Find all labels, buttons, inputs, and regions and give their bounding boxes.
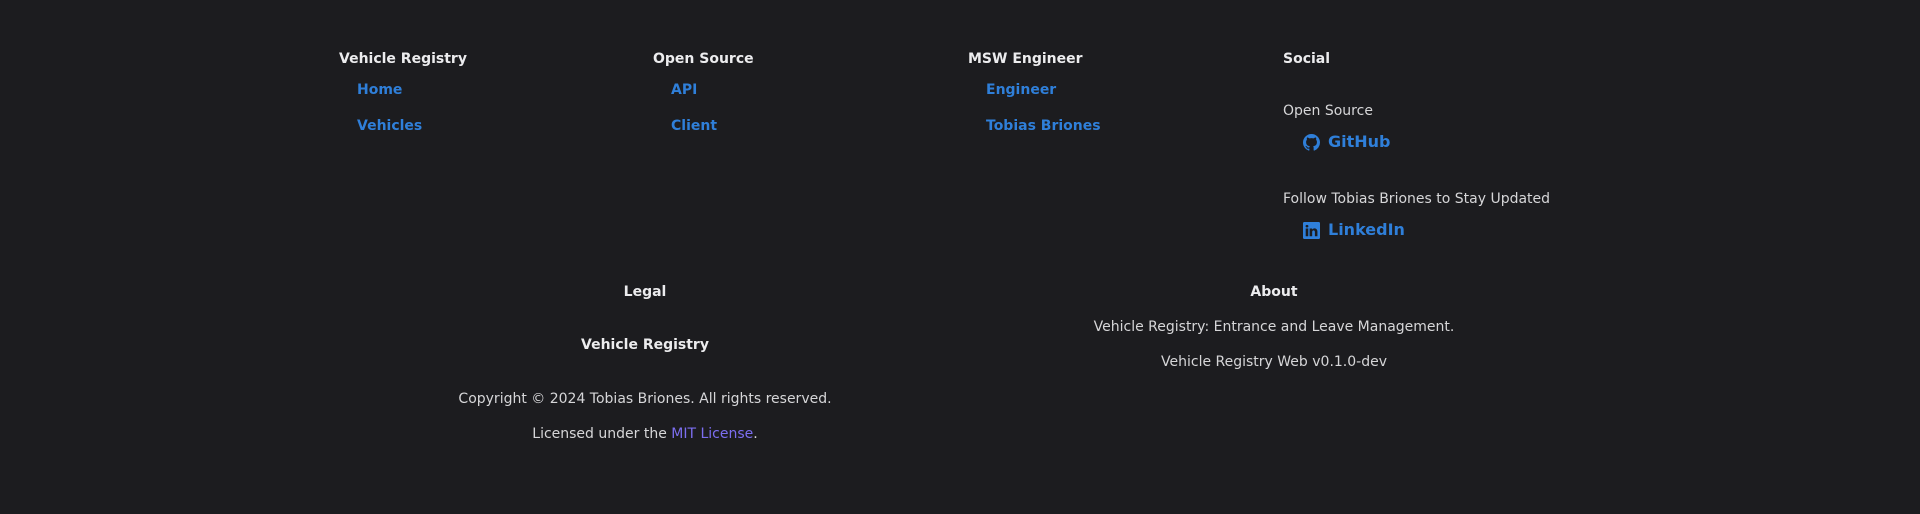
footer-column-open-source: Open Source API Client [653, 50, 754, 152]
home-link[interactable]: Home [357, 82, 402, 98]
social-block-open-source: Open Source GitHub [1283, 102, 1550, 152]
vehicles-link[interactable]: Vehicles [357, 118, 422, 134]
column-links: Engineer Tobias Briones [968, 80, 1101, 135]
column-title: Vehicle Registry [339, 51, 467, 67]
column-links: Home Vehicles [339, 80, 467, 135]
footer-column-msw-engineer: MSW Engineer Engineer Tobias Briones [968, 50, 1101, 152]
legal-title: Legal [623, 284, 667, 300]
client-link[interactable]: Client [671, 118, 717, 134]
social-block-linkedin: Follow Tobias Briones to Stay Updated Li… [1283, 190, 1550, 240]
license-text: Licensed under the MIT License. [444, 425, 846, 443]
api-link[interactable]: API [671, 82, 697, 98]
list-item: Client [671, 116, 754, 135]
engineer-link[interactable]: Engineer [986, 82, 1056, 98]
footer-column-social: Social Open Source GitHub Follow Tobias … [1283, 50, 1550, 240]
about-section: About Vehicle Registry: Entrance and Lea… [1074, 283, 1474, 371]
column-title: MSW Engineer [968, 51, 1083, 67]
list-item: Tobias Briones [986, 116, 1101, 135]
linkedin-icon [1303, 221, 1320, 239]
column-title: Open Source [653, 51, 754, 67]
column-links: API Client [653, 80, 754, 135]
linkedin-link-label: LinkedIn [1328, 220, 1405, 239]
social-group-label: Follow Tobias Briones to Stay Updated [1283, 191, 1551, 207]
social-group-label: Open Source [1283, 103, 1373, 119]
license-prefix: Licensed under the [532, 426, 672, 442]
list-item: Home [357, 80, 467, 99]
about-description: Vehicle Registry: Entrance and Leave Man… [1093, 319, 1455, 335]
site-footer: Vehicle Registry Home Vehicles Open Sour… [0, 0, 1920, 514]
mit-license-link[interactable]: MIT License [671, 426, 753, 442]
license-suffix: . [753, 426, 758, 442]
github-link-label: GitHub [1328, 132, 1391, 151]
legal-section: Legal Vehicle Registry Copyright © 2024 … [444, 283, 846, 443]
github-link[interactable]: GitHub [1303, 132, 1550, 152]
linkedin-link[interactable]: LinkedIn [1303, 220, 1550, 240]
list-item: Vehicles [357, 116, 467, 135]
list-item: Engineer [986, 80, 1101, 99]
tobias-briones-link[interactable]: Tobias Briones [986, 118, 1101, 134]
copyright-text: Copyright © 2024 Tobias Briones. All rig… [458, 391, 832, 407]
github-icon [1303, 133, 1320, 151]
footer-column-vehicle-registry: Vehicle Registry Home Vehicles [339, 50, 467, 152]
list-item: API [671, 80, 754, 99]
app-version: Vehicle Registry Web v0.1.0-dev [1161, 354, 1387, 370]
about-title: About [1250, 284, 1298, 300]
legal-subtitle: Vehicle Registry [581, 337, 709, 353]
column-title: Social [1283, 51, 1331, 67]
